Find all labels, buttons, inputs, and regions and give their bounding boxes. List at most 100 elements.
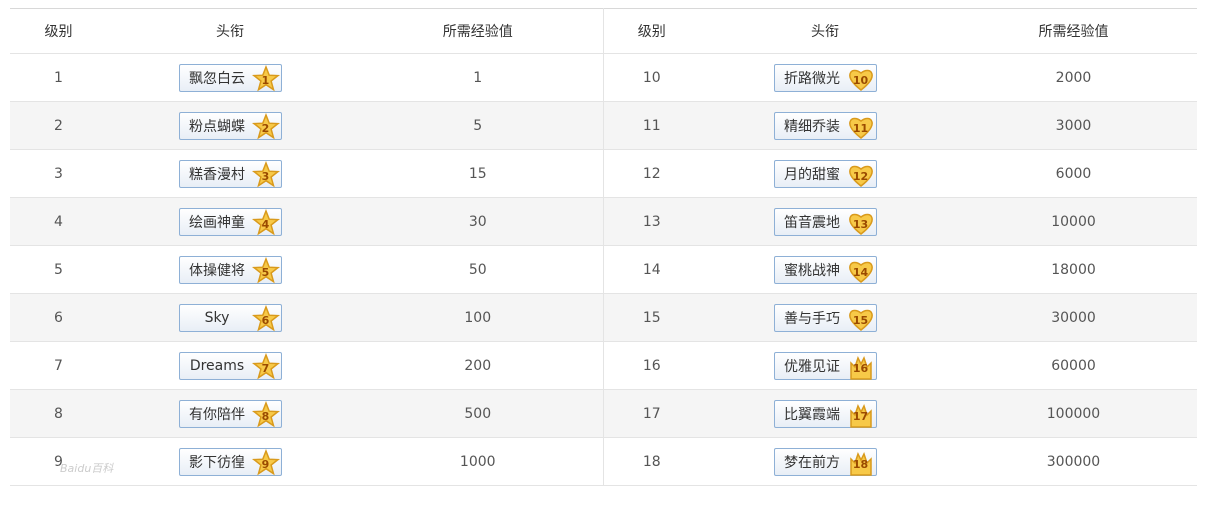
table-row: 5 体操健将 5 50 14 蜜桃战神 14 18000 [10, 245, 1197, 294]
star-badge-icon: 5 [251, 256, 280, 285]
title-text: 有你陪伴 [189, 406, 245, 423]
level-cell: 1 [10, 53, 107, 102]
badge-number: 3 [261, 169, 270, 183]
badge-number: 15 [852, 313, 869, 327]
star-badge-icon: 8 [251, 400, 280, 429]
star-badge-icon: 4 [251, 208, 280, 237]
badge-number: 12 [852, 169, 869, 183]
title-cell: 优雅见证 16 [700, 341, 950, 390]
exp-cell: 30 [353, 197, 603, 246]
title-tag: 蜜桃战神 14 [773, 255, 877, 285]
header-level-right: 级别 [602, 8, 700, 54]
header-title-left: 头衔 [107, 8, 353, 54]
level-cell: 8 [10, 389, 107, 438]
title-text: 折路微光 [784, 70, 840, 87]
title-text: 粉点蝴蝶 [189, 118, 245, 135]
header-title-right: 头衔 [700, 8, 950, 54]
title-text: 糕香漫村 [189, 166, 245, 183]
table-row: 1 飘忽白云 1 1 10 折路微光 10 2000 [10, 53, 1197, 102]
exp-cell: 50 [353, 245, 603, 294]
exp-cell: 300000 [950, 437, 1197, 486]
heart-badge-icon: 13 [847, 209, 875, 237]
level-cell: 7 [10, 341, 107, 390]
badge-number: 1 [261, 73, 270, 87]
title-text: 月的甜蜜 [784, 166, 840, 183]
level-cell: 11 [602, 101, 700, 150]
level-cell: 5 [10, 245, 107, 294]
level-title-table: 级别 头衔 所需经验值 级别 头衔 所需经验值 1 飘忽白云 1 1 10 折路微光 10 2… [10, 8, 1197, 486]
title-text: 笛音震地 [784, 214, 840, 231]
table-row: 7 Dreams 7 200 16 优雅见证 16 60000 [10, 341, 1197, 390]
title-tag: 影下彷徨 9 [178, 447, 282, 476]
exp-cell: 60000 [950, 341, 1197, 390]
title-cell: 飘忽白云 1 [107, 53, 353, 102]
badge-number: 17 [852, 409, 869, 423]
title-cell: 影下彷徨 9 [107, 437, 353, 486]
title-text: 梦在前方 [784, 454, 840, 471]
title-tag: 精细乔装 11 [773, 111, 877, 140]
title-cell: Sky 6 [107, 293, 353, 342]
title-cell: 粉点蝴蝶 2 [107, 101, 353, 150]
header-level-left: 级别 [10, 8, 107, 54]
level-cell: 6 [10, 293, 107, 342]
title-tag: 折路微光 10 [773, 63, 877, 93]
title-text: 体操健将 [189, 262, 245, 279]
level-cell: 10 [602, 53, 700, 102]
crown-badge-icon: 17 [847, 401, 875, 429]
title-tag: 笛音震地 13 [773, 207, 877, 237]
level-cell: 18 [602, 437, 700, 486]
exp-cell: 5 [353, 101, 603, 150]
title-cell: 糕香漫村 3 [107, 149, 353, 198]
title-text: Sky [204, 309, 230, 326]
title-text: 影下彷徨 [189, 454, 245, 471]
title-cell: Dreams 7 [107, 341, 353, 390]
exp-cell: 100 [353, 293, 603, 342]
badge-number: 16 [852, 361, 869, 375]
title-text: 飘忽白云 [189, 70, 245, 87]
level-cell: 2 [10, 101, 107, 150]
title-tag: 体操健将 5 [178, 255, 282, 285]
title-cell: 善与手巧 15 [700, 293, 950, 342]
star-badge-icon: 2 [251, 112, 280, 141]
star-badge-icon: 6 [251, 304, 280, 333]
title-tag: 月的甜蜜 12 [773, 159, 877, 188]
exp-cell: 3000 [950, 101, 1197, 150]
heart-badge-icon: 14 [847, 257, 875, 285]
table-row: 9 影下彷徨 9 1000 18 梦在前方 18 300000 [10, 437, 1197, 486]
level-cell: 12 [602, 149, 700, 198]
level-cell: 13 [602, 197, 700, 246]
header-exp-right: 所需经验值 [950, 8, 1197, 54]
table-body: 1 飘忽白云 1 1 10 折路微光 10 2000 2 粉点蝴蝶 2 5 11 精细乔装 11 3000 3 糕… [10, 53, 1197, 486]
title-tag: 飘忽白云 1 [178, 63, 282, 92]
badge-number: 5 [261, 265, 270, 279]
exp-cell: 1 [353, 53, 603, 102]
level-table-container: 级别 头衔 所需经验值 级别 头衔 所需经验值 1 飘忽白云 1 1 10 折路微光 10 2… [10, 8, 1197, 486]
table-row: 8 有你陪伴 8 500 17 比翼霞端 17 100000 [10, 389, 1197, 438]
title-text: 绘画神童 [189, 214, 245, 231]
title-tag: 梦在前方 18 [773, 447, 877, 477]
exp-cell: 10000 [950, 197, 1197, 246]
title-tag: 绘画神童 4 [178, 207, 282, 237]
badge-number: 9 [261, 457, 270, 471]
table-row: 2 粉点蝴蝶 2 5 11 精细乔装 11 3000 [10, 101, 1197, 150]
badge-number: 8 [261, 409, 270, 423]
badge-number: 14 [852, 265, 869, 279]
exp-cell: 18000 [950, 245, 1197, 294]
badge-number: 11 [852, 121, 869, 135]
header-exp-left: 所需经验值 [353, 8, 603, 54]
title-tag: 优雅见证 16 [773, 351, 877, 381]
title-cell: 月的甜蜜 12 [700, 149, 950, 198]
title-cell: 比翼霞端 17 [700, 389, 950, 438]
title-tag: 善与手巧 15 [773, 303, 877, 332]
star-badge-icon: 3 [251, 160, 280, 189]
title-text: 优雅见证 [784, 358, 840, 375]
title-cell: 梦在前方 18 [700, 437, 950, 486]
crown-badge-icon: 18 [847, 449, 875, 477]
title-tag: 粉点蝴蝶 2 [178, 111, 282, 141]
badge-number: 13 [852, 217, 869, 231]
title-cell: 体操健将 5 [107, 245, 353, 294]
title-tag: Sky 6 [178, 303, 282, 333]
exp-cell: 30000 [950, 293, 1197, 342]
crown-badge-icon: 16 [847, 353, 875, 381]
heart-badge-icon: 10 [847, 65, 875, 93]
